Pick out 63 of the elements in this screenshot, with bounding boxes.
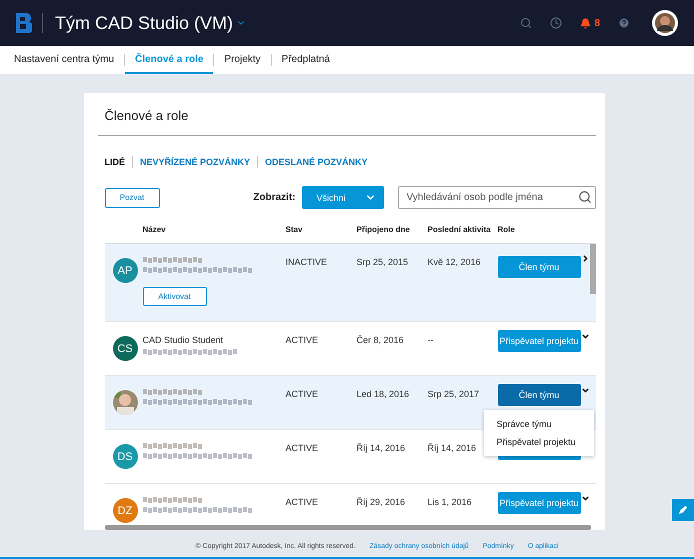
column-header: Název <box>142 224 167 236</box>
activity-cell-text: Říj 14, 2016 <box>428 442 478 453</box>
role-button[interactable]: Přispěvatel projektu <box>498 492 580 514</box>
sub-tab[interactable]: LIDÉ <box>104 157 126 167</box>
user-avatar: DS <box>112 444 138 469</box>
column-header: Role <box>498 224 516 236</box>
bell-icon[interactable] <box>580 18 592 28</box>
menu-item[interactable]: Přispěvatel projektu <box>484 433 594 451</box>
search-field[interactable]: Vyhledávání osob podle jména <box>398 186 596 209</box>
filter-dropdown[interactable]: Všichni <box>302 186 384 209</box>
sub-tab[interactable]: ODESLANÉ POZVÁNKY <box>265 157 368 167</box>
joined-cell-text: Říj 29, 2016 <box>356 496 406 507</box>
team-title[interactable]: Tým CAD Studio (VM) <box>55 12 234 34</box>
activity-cell-text: -- <box>428 334 434 345</box>
filter-label: Zobrazit: <box>253 192 296 203</box>
card-title: Členové a role <box>98 93 596 136</box>
activate-button[interactable]: Aktivovat <box>142 287 206 306</box>
column-header: Připojeno dne <box>356 224 411 236</box>
nav-tab[interactable]: Členové a role <box>125 46 214 74</box>
joined-cell-text: Říj 14, 2016 <box>356 442 406 453</box>
activity-cell-text: Lis 1, 2016 <box>428 496 473 507</box>
role-button[interactable]: Člen týmu <box>498 384 580 406</box>
status-cell-text: ACTIVE <box>286 496 320 507</box>
status-cell-text: ACTIVE <box>286 334 320 345</box>
redacted-text-drawing <box>142 443 202 449</box>
joined-cell-text: Srp 25, 2015 <box>356 256 410 267</box>
search-icon[interactable] <box>578 190 592 204</box>
status-cell-text: ACTIVE <box>286 442 320 453</box>
nav-tab[interactable]: Projekty <box>214 46 271 74</box>
column-header: Stav <box>286 224 304 236</box>
chevron-icon[interactable] <box>580 494 590 503</box>
sub-tab[interactable]: NEVYŘÍZENÉ POZVÁNKY <box>140 157 250 167</box>
chevron-icon[interactable] <box>580 254 590 263</box>
role-button[interactable]: Člen týmu <box>498 256 580 278</box>
status-cell-text: ACTIVE <box>286 388 320 399</box>
notification-count: 8 <box>594 18 600 28</box>
feedback-button[interactable] <box>672 499 694 521</box>
column-header: Poslední aktivita <box>428 224 492 236</box>
activity-cell-text: Kvě 12, 2016 <box>428 256 482 267</box>
user-avatar: AP <box>112 258 138 283</box>
logo-icon <box>16 13 32 33</box>
pen-icon <box>678 504 688 516</box>
chevron-icon[interactable] <box>580 332 590 341</box>
joined-cell-text: Čer 8, 2016 <box>356 334 405 345</box>
nav-tab[interactable]: Předplatná <box>272 46 340 74</box>
joined-cell-text: Led 18, 2016 <box>356 388 410 399</box>
redacted-text-drawing <box>142 389 202 395</box>
invite-button[interactable]: Pozvat <box>104 188 160 208</box>
activity-cell-text: Srp 25, 2017 <box>428 388 480 399</box>
user-avatar: DZ <box>112 498 138 523</box>
menu-item[interactable]: Správce týmu <box>484 415 594 433</box>
chevron-icon[interactable] <box>580 386 590 395</box>
user-avatar: CS <box>112 336 138 361</box>
clock-icon[interactable] <box>550 17 562 29</box>
search-icon[interactable] <box>520 17 532 29</box>
redacted-text-drawing <box>142 257 202 263</box>
role-button[interactable]: Přispěvatel projektu <box>498 330 580 352</box>
redacted-text-drawing <box>142 497 202 503</box>
scrollbar[interactable] <box>104 525 590 530</box>
status-cell-text: INACTIVE <box>286 256 328 267</box>
nav-tab[interactable]: Nastavení centra týmu <box>4 46 124 74</box>
member-name: CAD Studio Student <box>142 335 224 345</box>
help-icon[interactable] <box>618 17 630 29</box>
